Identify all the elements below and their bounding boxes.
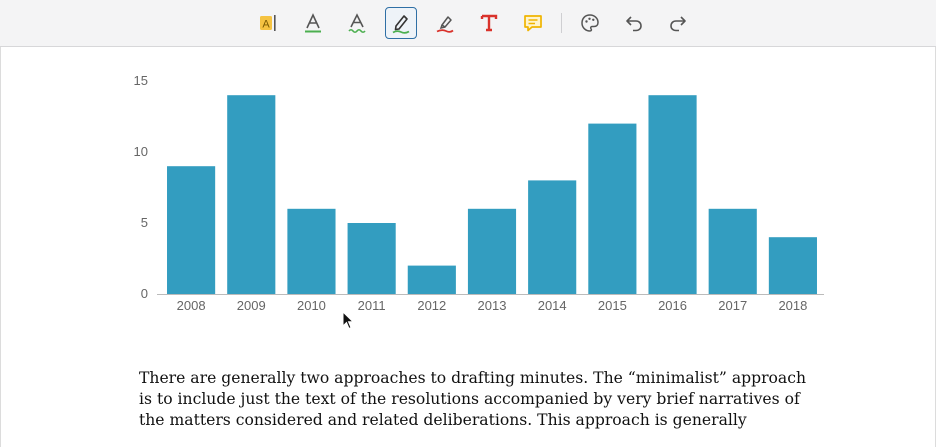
- text-t-icon: [480, 14, 498, 32]
- bar: [287, 208, 336, 294]
- y-tick-label: 0: [141, 286, 148, 301]
- x-tick-label: 2013: [478, 298, 507, 313]
- x-tick-label: 2015: [598, 298, 627, 313]
- free-text-tool[interactable]: [473, 7, 505, 39]
- bar: [347, 223, 396, 294]
- x-tick-label: 2018: [778, 298, 807, 313]
- y-tick-label: 5: [141, 215, 148, 230]
- x-tick-label: 2016: [658, 298, 687, 313]
- x-tick-label: 2014: [538, 298, 567, 313]
- document-paragraph: There are generally two approaches to dr…: [139, 368, 819, 431]
- paragraph-line: There are generally two approaches to dr…: [139, 369, 807, 387]
- freehand-pen-tool[interactable]: [385, 7, 417, 39]
- squiggly-tool[interactable]: [341, 7, 373, 39]
- y-tick-label: 10: [134, 144, 148, 159]
- redo-icon: [670, 16, 686, 32]
- bar: [167, 166, 216, 294]
- highlight-text-icon: A: [260, 15, 276, 31]
- toolbar-divider: [561, 13, 562, 33]
- x-tick-label: 2012: [417, 298, 446, 313]
- undo-tool[interactable]: [618, 7, 650, 39]
- x-tick-label: 2009: [237, 298, 266, 313]
- bar: [708, 208, 757, 294]
- bar: [588, 123, 637, 294]
- annotation-toolbar: A: [0, 0, 936, 47]
- style-palette-tool[interactable]: [574, 7, 606, 39]
- sticky-note-tool[interactable]: [517, 7, 549, 39]
- document-page: 0 5 10 15 2008 2009 2010 2011 2012 2013 2014 2015 20…: [0, 47, 936, 447]
- x-tick-label: 2011: [358, 298, 386, 313]
- x-tick-label: 2008: [177, 298, 206, 313]
- mouse-pointer-icon: [342, 311, 355, 330]
- palette-icon: [581, 14, 599, 32]
- squiggly-underline-icon: [348, 13, 366, 34]
- x-tick-label: 2017: [718, 298, 747, 313]
- bar: [768, 237, 817, 294]
- bar: [227, 95, 276, 294]
- pen-icon: [392, 15, 410, 34]
- y-tick-label: 15: [134, 73, 148, 88]
- redo-tool[interactable]: [662, 7, 694, 39]
- highlighter-icon: [436, 16, 454, 33]
- paragraph-line: the matters considered and related delib…: [139, 411, 747, 429]
- highlight-text-tool[interactable]: A: [253, 7, 285, 39]
- comment-icon: [524, 15, 542, 32]
- bar-chart: 0 5 10 15 2008 2009 2010 2011 2012 2013 2014 2015 20…: [134, 73, 824, 313]
- paragraph-line: is to include just the text of the resol…: [139, 390, 800, 408]
- underline-tool[interactable]: [297, 7, 329, 39]
- underline-text-icon: [305, 13, 321, 33]
- x-tick-label: 2010: [297, 298, 326, 313]
- bar: [648, 95, 697, 294]
- bar: [528, 180, 577, 294]
- bar: [467, 208, 517, 294]
- undo-icon: [626, 16, 642, 32]
- svg-text:A: A: [262, 19, 270, 31]
- freehand-highlighter-tool[interactable]: [429, 7, 461, 39]
- bar: [407, 265, 456, 294]
